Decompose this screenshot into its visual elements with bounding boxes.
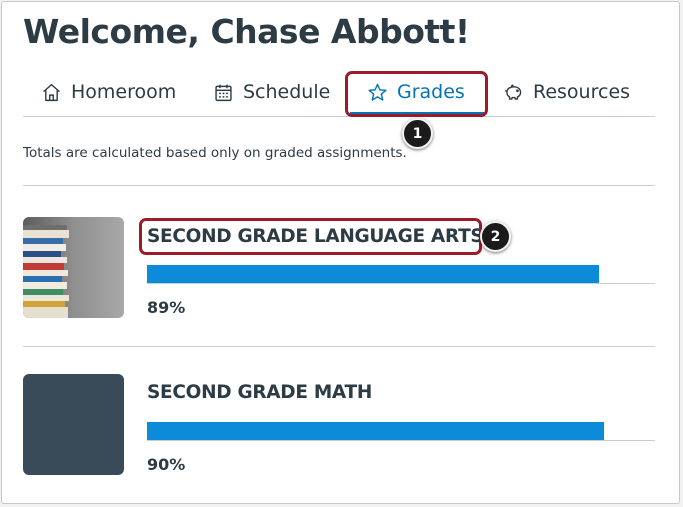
callout-badge: 2 [480, 221, 511, 252]
tab-homeroom[interactable]: Homeroom [41, 68, 176, 116]
grade-percentage: 90% [147, 455, 186, 474]
course-title-link[interactable]: SECOND GRADE MATH [147, 382, 372, 403]
grade-percentage: 89% [147, 298, 186, 317]
stacked-books-image [23, 217, 124, 318]
grade-progress-bar [147, 265, 655, 284]
welcome-heading: Welcome, Chase Abbott! [23, 12, 470, 51]
grades-tab-highlight [345, 71, 488, 117]
grade-progress-fill [147, 422, 605, 440]
tab-schedule-label: Schedule [243, 81, 331, 103]
tab-resources-label: Resources [533, 81, 631, 103]
canvas-dashboard-frame: Welcome, Chase Abbott! Homeroom Schedule… [1, 1, 680, 504]
grade-progress-fill [147, 265, 600, 283]
divider [23, 185, 655, 186]
grade-progress-bar [147, 422, 655, 441]
course-image[interactable] [23, 217, 124, 318]
home-icon [43, 83, 60, 101]
piggy-bank-icon [505, 83, 522, 100]
grades-note: Totals are calculated based only on grad… [23, 145, 407, 161]
tab-schedule[interactable]: Schedule [213, 68, 330, 116]
divider [23, 346, 655, 347]
tab-homeroom-label: Homeroom [71, 81, 177, 103]
tab-resources[interactable]: Resources [503, 68, 630, 116]
course-image[interactable] [23, 374, 124, 475]
calendar-icon [215, 84, 232, 101]
course-title-highlight [139, 218, 482, 255]
dashboard-tabs: Homeroom Schedule Grades Resources [23, 68, 655, 117]
